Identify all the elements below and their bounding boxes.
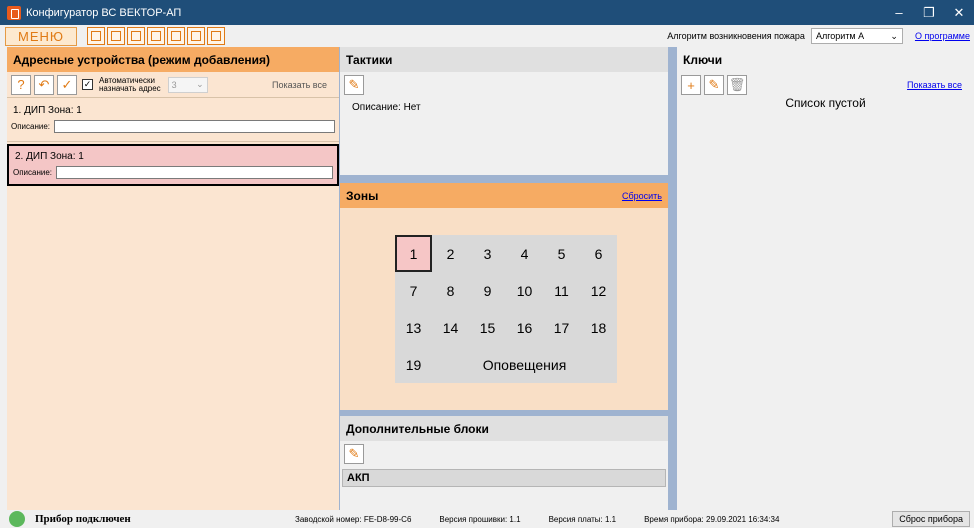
minimize-button[interactable]: – xyxy=(884,0,914,25)
algorithm-value: Алгоритм А xyxy=(815,31,865,41)
toolbar: МЕНЮ Алгоритм возникновения пожара Алгор… xyxy=(0,25,974,47)
zones-header: Зоны Сбросить xyxy=(340,183,668,208)
description-label: Описание: xyxy=(13,168,53,177)
reset-device-button[interactable]: Сброс прибора xyxy=(892,511,970,527)
title-bar: Конфигуратор ВС ВЕКТОР-АП – ❐ ✕ xyxy=(0,0,974,25)
extra-blocks-panel: Дополнительные блоки ✎ АКП xyxy=(340,416,668,510)
description-input[interactable] xyxy=(56,166,333,179)
auto-assign-checkbox[interactable]: ✓ xyxy=(82,79,93,90)
show-all-keys-link[interactable]: Показать все xyxy=(907,80,962,90)
undo-button[interactable]: ↶ xyxy=(34,74,54,95)
status-bar: Прибор подключен Заводской номер: FE-D8-… xyxy=(0,510,974,528)
panel-title: Адресные устройства (режим добавления) xyxy=(7,47,339,72)
description-label: Описание: xyxy=(11,122,51,131)
keys-title: Ключи xyxy=(677,47,974,72)
help-button[interactable]: ? xyxy=(11,74,31,95)
zone-cell[interactable]: 18 xyxy=(580,309,617,346)
edit-tactics-button[interactable]: ✎ xyxy=(344,75,364,95)
zone-cell[interactable]: 7 xyxy=(395,272,432,309)
address-value: 3 xyxy=(171,79,177,90)
zones-title: Зоны xyxy=(346,188,379,203)
confirm-button[interactable]: ✓ xyxy=(57,74,77,95)
zone-cell[interactable]: 9 xyxy=(469,272,506,309)
close-button[interactable]: ✕ xyxy=(944,0,974,25)
zone-cell[interactable]: 8 xyxy=(432,272,469,309)
zone-cell[interactable]: 12 xyxy=(580,272,617,309)
show-all-link[interactable]: Показать все xyxy=(272,80,327,90)
firmware-version: Версия прошивки: 1.1 xyxy=(439,514,521,524)
chevron-down-icon: ⌄ xyxy=(196,79,204,89)
device-title: 2. ДИП Зона: 1 xyxy=(15,151,84,162)
list-icon[interactable] xyxy=(187,27,205,45)
check-icon: ✓ xyxy=(61,76,73,92)
clock-icon[interactable] xyxy=(167,27,185,45)
connection-status: Прибор подключен xyxy=(35,513,131,525)
extra-block-item[interactable]: АКП xyxy=(342,469,666,487)
window-title: Конфигуратор ВС ВЕКТОР-АП xyxy=(26,6,182,19)
pencil-icon: ✎ xyxy=(348,77,360,92)
device-item-selected[interactable]: 2. ДИП Зона: 1 Описание: xyxy=(7,144,339,186)
edit-key-button[interactable]: ✎ xyxy=(704,75,724,95)
keys-empty-text: Список пустой xyxy=(785,96,866,110)
about-link[interactable]: О программе xyxy=(915,31,970,41)
question-icon: ? xyxy=(17,77,25,92)
info-icon[interactable] xyxy=(207,27,225,45)
zone-cell[interactable]: 4 xyxy=(506,235,543,272)
edit-extra-button[interactable]: ✎ xyxy=(344,444,364,464)
address-select[interactable]: 3 ⌄ xyxy=(167,76,208,93)
description-input[interactable] xyxy=(54,120,335,133)
trash-icon: 🗑 xyxy=(728,77,746,92)
alerts-zone-cell[interactable]: Оповещения xyxy=(432,346,617,383)
config-read-icon[interactable] xyxy=(87,27,105,45)
maximize-button[interactable]: ❐ xyxy=(914,0,944,25)
zone-cell[interactable]: 1 xyxy=(395,235,432,272)
address-devices-panel: Адресные устройства (режим добавления) ?… xyxy=(7,47,339,510)
add-key-button[interactable]: + xyxy=(681,75,701,95)
import-icon[interactable] xyxy=(147,27,165,45)
algorithm-label: Алгоритм возникновения пожара xyxy=(667,31,805,41)
app-icon xyxy=(7,5,21,20)
zone-cell[interactable]: 2 xyxy=(432,235,469,272)
zones-panel: Зоны Сбросить 1 2 3 4 5 6 7 8 9 10 11 12… xyxy=(340,183,668,410)
auto-assign-label: Автоматически назначать адрес xyxy=(99,75,161,93)
reset-zones-link[interactable]: Сбросить xyxy=(622,191,662,201)
zone-cell[interactable]: 11 xyxy=(543,272,580,309)
delete-key-button[interactable]: 🗑 xyxy=(727,75,747,95)
zone-cell[interactable]: 16 xyxy=(506,309,543,346)
middle-column: Тактики ✎ Описание: Нет Зоны Сбросить 1 … xyxy=(340,47,668,510)
serial-number: Заводской номер: FE-D8-99-C6 xyxy=(295,514,412,524)
zone-cell[interactable]: 10 xyxy=(506,272,543,309)
zone-cell[interactable]: 13 xyxy=(395,309,432,346)
tactics-description: Описание: Нет xyxy=(352,102,421,113)
menu-button[interactable]: МЕНЮ xyxy=(5,26,77,46)
zone-cell[interactable]: 19 xyxy=(395,346,432,383)
device-title: 1. ДИП Зона: 1 xyxy=(13,105,82,116)
plus-icon: + xyxy=(687,77,695,93)
connection-status-icon xyxy=(9,511,25,527)
splitter[interactable] xyxy=(668,47,677,510)
export-icon[interactable] xyxy=(127,27,145,45)
zone-cell[interactable]: 6 xyxy=(580,235,617,272)
device-time: Время прибора: 29.09.2021 16:34:34 xyxy=(644,514,780,524)
pencil-icon: ✎ xyxy=(348,446,360,461)
board-version: Версия платы: 1.1 xyxy=(548,514,617,524)
tactics-title: Тактики xyxy=(340,47,668,72)
tactics-panel: Тактики ✎ Описание: Нет xyxy=(340,47,668,175)
zone-cell[interactable]: 5 xyxy=(543,235,580,272)
algorithm-select[interactable]: Алгоритм А ⌄ xyxy=(810,28,903,44)
zone-grid: 1 2 3 4 5 6 7 8 9 10 11 12 13 14 15 16 1… xyxy=(395,235,617,383)
device-item[interactable]: 1. ДИП Зона: 1 Описание: xyxy=(7,100,339,142)
config-write-icon[interactable] xyxy=(107,27,125,45)
zone-cell[interactable]: 15 xyxy=(469,309,506,346)
zone-cell[interactable]: 17 xyxy=(543,309,580,346)
keys-panel: Ключи + ✎ 🗑 Показать все Список пустой xyxy=(677,47,974,510)
pencil-icon: ✎ xyxy=(708,77,720,92)
zone-cell[interactable]: 3 xyxy=(469,235,506,272)
extra-blocks-title: Дополнительные блоки xyxy=(340,416,668,441)
undo-icon: ↶ xyxy=(38,76,50,92)
zone-cell[interactable]: 14 xyxy=(432,309,469,346)
chevron-down-icon: ⌄ xyxy=(890,30,898,41)
